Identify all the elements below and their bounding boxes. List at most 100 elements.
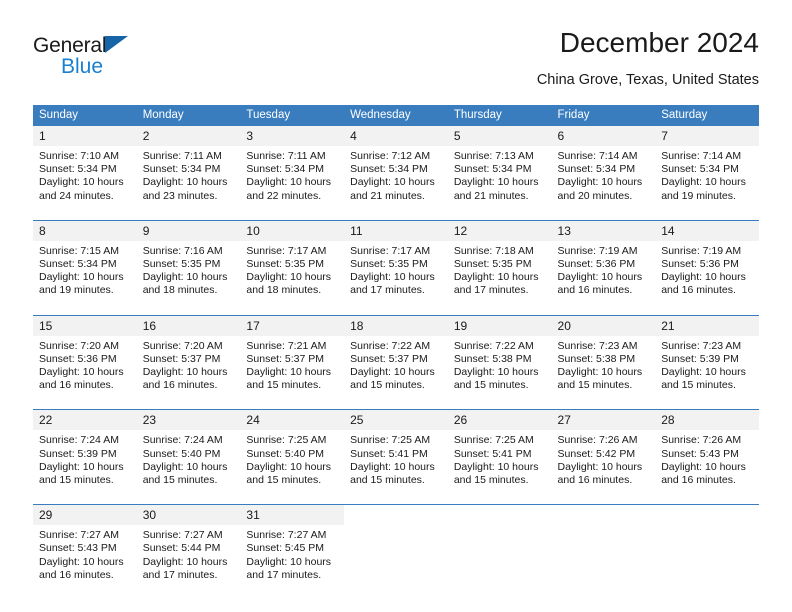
calendar-day-cell[interactable]: 29 Sunrise: 7:27 AM Sunset: 5:43 PM Dayligh… <box>33 504 137 591</box>
sunrise-text: Sunrise: 7:23 AM <box>661 339 742 352</box>
day-number: 1 <box>33 126 137 146</box>
calendar-day-cell[interactable]: 15 Sunrise: 7:20 AM Sunset: 5:36 PM Dayligh… <box>33 314 137 401</box>
calendar-day-cell[interactable]: 22 Sunrise: 7:24 AM Sunset: 5:39 PM Dayligh… <box>33 409 137 496</box>
daylight-text: Daylight: 10 hours and 15 minutes. <box>350 366 435 392</box>
calendar-day-cell[interactable]: 16 Sunrise: 7:20 AM Sunset: 5:37 PM Dayligh… <box>136 314 241 401</box>
calendar-day-cell[interactable]: 20 Sunrise: 7:23 AM Sunset: 5:38 PM Dayligh… <box>551 314 656 401</box>
day-details: Sunrise: 7:20 AM Sunset: 5:36 PM Daylight:… <box>33 336 137 401</box>
calendar-day-cell[interactable]: 8 Sunrise: 7:15 AM Sunset: 5:34 PM Daylight… <box>33 219 137 306</box>
calendar-day-cell[interactable]: 27 Sunrise: 7:26 AM Sunset: 5:42 PM Dayligh… <box>551 409 656 496</box>
calendar-day-cell[interactable]: 3 Sunrise: 7:11 AM Sunset: 5:34 PM Daylight… <box>240 124 345 211</box>
day-number: 15 <box>33 315 137 336</box>
week-spacer-cell <box>136 400 241 410</box>
sunset-text: Sunset: 5:41 PM <box>350 447 428 460</box>
sunset-text: Sunset: 5:36 PM <box>661 258 739 271</box>
sunset-text: Sunset: 5:38 PM <box>557 352 636 365</box>
day-number: 6 <box>551 126 656 146</box>
calendar-day-cell[interactable]: 21 Sunrise: 7:23 AM Sunset: 5:39 PM Dayligh… <box>655 314 759 401</box>
daylight-text: Daylight: 10 hours and 18 minutes. <box>142 271 228 297</box>
day-details: Sunrise: 7:13 AM Sunset: 5:34 PM Daylight:… <box>448 146 552 211</box>
calendar-day-cell[interactable]: 13 Sunrise: 7:19 AM Sunset: 5:36 PM Dayligh… <box>551 219 656 306</box>
sunset-text: Sunset: 5:37 PM <box>142 352 221 365</box>
day-number <box>344 505 448 526</box>
calendar-empty-cell <box>655 504 759 591</box>
daylight-text: Daylight: 10 hours and 15 minutes. <box>246 460 332 487</box>
day-details: Sunrise: 7:19 AM Sunset: 5:36 PM Daylight:… <box>655 241 759 306</box>
sunrise-text: Sunrise: 7:20 AM <box>39 339 119 352</box>
calendar-day-cell[interactable]: 28 Sunrise: 7:26 AM Sunset: 5:43 PM Dayligh… <box>655 409 759 496</box>
calendar-day-cell[interactable]: 9 Sunrise: 7:16 AM Sunset: 5:35 PM Daylight… <box>136 219 241 306</box>
day-details: Sunrise: 7:15 AM Sunset: 5:34 PM Daylight:… <box>33 241 137 306</box>
day-details: Sunrise: 7:24 AM Sunset: 5:40 PM Daylight:… <box>137 430 241 495</box>
calendar-day-cell[interactable]: 1 Sunrise: 7:10 AM Sunset: 5:34 PM Daylight… <box>33 124 137 211</box>
week-spacer-cell <box>551 305 656 316</box>
calendar-day-cell[interactable]: 31 Sunrise: 7:27 AM Sunset: 5:45 PM Dayligh… <box>240 504 345 591</box>
calendar-day-cell[interactable]: 18 Sunrise: 7:22 AM Sunset: 5:37 PM Dayligh… <box>344 314 448 401</box>
sunrise-text: Sunrise: 7:26 AM <box>557 434 638 447</box>
sunrise-text: Sunrise: 7:11 AM <box>246 150 326 162</box>
daylight-text: Daylight: 10 hours and 16 minutes. <box>142 366 228 392</box>
day-details: Sunrise: 7:22 AM Sunset: 5:37 PM Daylight:… <box>344 336 448 401</box>
day-number: 11 <box>344 220 448 241</box>
day-number: 5 <box>447 126 552 146</box>
calendar-day-cell[interactable]: 26 Sunrise: 7:25 AM Sunset: 5:41 PM Dayligh… <box>447 409 552 496</box>
day-details: Sunrise: 7:26 AM Sunset: 5:43 PM Daylight:… <box>655 430 759 495</box>
week-spacer-cell <box>240 495 345 505</box>
calendar-day-cell[interactable]: 30 Sunrise: 7:27 AM Sunset: 5:44 PM Dayligh… <box>136 504 241 591</box>
sunset-text: Sunset: 5:36 PM <box>39 352 117 365</box>
logo-text-blue: Blue <box>61 55 104 78</box>
day-details: Sunrise: 7:19 AM Sunset: 5:36 PM Daylight:… <box>552 241 656 306</box>
calendar-day-cell[interactable]: 7 Sunrise: 7:14 AM Sunset: 5:34 PM Daylight… <box>655 124 759 211</box>
day-number <box>655 505 759 526</box>
sunrise-sunset-calendar: Sunday Monday Tuesday Wednesday Thursday… <box>33 105 759 591</box>
daylight-text: Daylight: 10 hours and 17 minutes. <box>453 271 539 297</box>
sunrise-text: Sunrise: 7:24 AM <box>39 434 119 447</box>
calendar-day-cell[interactable]: 6 Sunrise: 7:14 AM Sunset: 5:34 PM Daylight… <box>551 124 656 211</box>
day-details <box>552 525 656 587</box>
week-spacer-cell <box>447 210 552 221</box>
week-spacer-cell <box>655 400 759 410</box>
day-number: 19 <box>447 315 552 336</box>
daylight-text: Daylight: 10 hours and 19 minutes. <box>39 271 124 297</box>
calendar-empty-cell <box>344 504 448 591</box>
sunrise-text: Sunrise: 7:23 AM <box>557 339 638 352</box>
calendar-day-cell[interactable]: 24 Sunrise: 7:25 AM Sunset: 5:40 PM Dayligh… <box>240 409 345 496</box>
sunset-text: Sunset: 5:40 PM <box>142 447 221 460</box>
sunrise-text: Sunrise: 7:14 AM <box>557 150 638 162</box>
day-number: 14 <box>655 220 759 241</box>
day-number: 24 <box>240 410 345 431</box>
calendar-day-cell[interactable]: 23 Sunrise: 7:24 AM Sunset: 5:40 PM Dayligh… <box>136 409 241 496</box>
sunset-text: Sunset: 5:34 PM <box>661 163 739 176</box>
daylight-text: Daylight: 10 hours and 16 minutes. <box>661 271 746 297</box>
calendar-day-cell[interactable]: 14 Sunrise: 7:19 AM Sunset: 5:36 PM Dayligh… <box>655 219 759 306</box>
sunrise-text: Sunrise: 7:20 AM <box>142 339 223 352</box>
daylight-text: Daylight: 10 hours and 15 minutes. <box>39 460 124 487</box>
sunset-text: Sunset: 5:38 PM <box>453 352 532 365</box>
sunrise-text: Sunrise: 7:11 AM <box>142 150 222 162</box>
sunset-text: Sunset: 5:35 PM <box>142 258 221 271</box>
daylight-text: Daylight: 10 hours and 15 minutes. <box>453 366 539 392</box>
weekday-header-wednesday: Wednesday <box>344 105 448 126</box>
day-number: 17 <box>240 315 345 336</box>
sunset-text: Sunset: 5:41 PM <box>453 447 532 460</box>
calendar-day-cell[interactable]: 11 Sunrise: 7:17 AM Sunset: 5:35 PM Dayligh… <box>344 219 448 306</box>
week-spacer-cell <box>136 305 241 316</box>
sunrise-text: Sunrise: 7:16 AM <box>142 244 223 257</box>
day-number: 26 <box>447 410 552 431</box>
calendar-day-cell[interactable]: 25 Sunrise: 7:25 AM Sunset: 5:41 PM Dayligh… <box>344 409 448 496</box>
weekday-header-friday: Friday <box>551 105 656 126</box>
calendar-day-cell[interactable]: 4 Sunrise: 7:12 AM Sunset: 5:34 PM Daylight… <box>344 124 448 211</box>
sunrise-text: Sunrise: 7:10 AM <box>39 150 119 162</box>
calendar-day-cell[interactable]: 19 Sunrise: 7:22 AM Sunset: 5:38 PM Dayligh… <box>447 314 552 401</box>
calendar-day-cell[interactable]: 12 Sunrise: 7:18 AM Sunset: 5:35 PM Dayligh… <box>447 219 552 306</box>
week-spacer-row <box>33 305 759 316</box>
calendar-day-cell[interactable]: 5 Sunrise: 7:13 AM Sunset: 5:34 PM Daylight… <box>447 124 552 211</box>
calendar-day-cell[interactable]: 17 Sunrise: 7:21 AM Sunset: 5:37 PM Dayligh… <box>240 314 345 401</box>
week-spacer-cell <box>344 495 448 505</box>
week-spacer-cell <box>240 400 345 410</box>
calendar-day-cell[interactable]: 10 Sunrise: 7:17 AM Sunset: 5:35 PM Dayligh… <box>240 219 345 306</box>
calendar-day-cell[interactable]: 2 Sunrise: 7:11 AM Sunset: 5:34 PM Daylight… <box>136 124 241 211</box>
weekday-header-sunday: Sunday <box>33 105 137 126</box>
day-number: 31 <box>240 505 345 526</box>
day-details: Sunrise: 7:14 AM Sunset: 5:34 PM Daylight:… <box>552 146 656 211</box>
